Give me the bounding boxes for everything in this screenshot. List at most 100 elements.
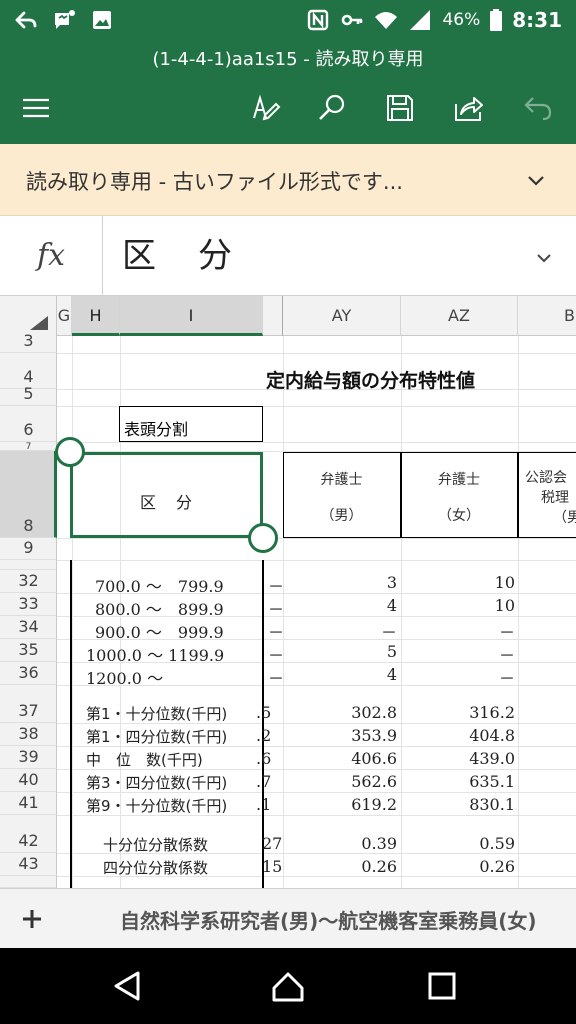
row-header-hidden bbox=[0, 560, 57, 570]
row-header-37[interactable]: 37 bbox=[0, 685, 57, 723]
read-only-banner[interactable]: 読み取り専用 - 古いファイル形式です... bbox=[0, 144, 576, 216]
nav-recents-icon[interactable] bbox=[424, 968, 460, 1004]
ay-value-cell: 302.8 bbox=[351, 703, 397, 722]
col-header-ay[interactable]: AY bbox=[283, 296, 401, 336]
az-header-cell[interactable]: 弁護士 （女） bbox=[401, 452, 518, 538]
col-header-b[interactable]: B bbox=[518, 296, 576, 336]
ay-header-cell[interactable]: 弁護士 （男） bbox=[283, 452, 401, 538]
row-header-36[interactable]: 36 bbox=[0, 662, 57, 685]
stat-label-cell: 中 位 数(千円) bbox=[86, 751, 203, 769]
wifi-icon bbox=[375, 12, 398, 29]
az-value-cell: 0.26 bbox=[479, 857, 515, 876]
row-header-7[interactable]: 7 bbox=[0, 442, 57, 452]
chevron-down-icon[interactable] bbox=[524, 168, 548, 192]
az-value-cell: 439.0 bbox=[469, 749, 515, 768]
add-sheet-button[interactable] bbox=[12, 899, 52, 939]
save-icon bbox=[387, 95, 413, 121]
nfc-icon bbox=[308, 9, 329, 31]
az-value-cell: 316.2 bbox=[469, 703, 515, 722]
signal-icon bbox=[410, 10, 431, 30]
image-icon bbox=[93, 11, 111, 29]
row-header-8[interactable]: 8 bbox=[0, 451, 57, 538]
selection-handle-bottom-right[interactable] bbox=[248, 523, 278, 553]
col-header-az[interactable]: AZ bbox=[401, 296, 518, 336]
app-toolbar: (1-4-4-1)aa1s15 - 読み取り専用 bbox=[0, 40, 576, 144]
table-title-cell[interactable]: 定内給与額の分布特性値 bbox=[266, 366, 475, 393]
range-label-cell: 800.0 ～ 899.9 bbox=[95, 600, 224, 619]
hyoto-text: 表頭分割 bbox=[124, 420, 189, 439]
ay-value-cell: 619.2 bbox=[351, 795, 397, 814]
b-header-cell[interactable]: 公認会 税理 （男 bbox=[518, 452, 576, 538]
ay-value-cell: 3 bbox=[386, 573, 397, 592]
az-value-cell: 10 bbox=[494, 596, 515, 615]
stat-label-cell: 十分位分散係数 bbox=[103, 836, 209, 854]
ay-value-cell: 4 bbox=[386, 596, 397, 615]
range-label-cell: 700.0 ～ 799.9 bbox=[95, 577, 224, 596]
menu-button[interactable] bbox=[16, 88, 56, 128]
row-header-34[interactable]: 34 bbox=[0, 616, 57, 639]
col-header-g[interactable]: G bbox=[57, 296, 72, 336]
h-value-cell: － bbox=[268, 646, 285, 665]
az-value-cell: 404.8 bbox=[469, 726, 515, 745]
stat-label-cell: 四分位分散係数 bbox=[103, 859, 209, 877]
sheet-tab-active[interactable]: 自然科学系研究者(男)～航空機客室乗務員(女) bbox=[120, 905, 537, 934]
h-value-cell: .1 bbox=[256, 795, 272, 814]
stat-label-cell: 第1・四分位数(千円) bbox=[86, 728, 228, 746]
undo-button[interactable] bbox=[518, 88, 558, 128]
range-label-cell: 1200.0 ～ bbox=[86, 669, 164, 688]
navigation-bar bbox=[0, 948, 576, 1024]
spreadsheet-grid[interactable]: G H I AY AZ B 3 4 5 6 7 8 9 32 33 34 35 … bbox=[0, 296, 576, 888]
b-header-line1: 公認会 bbox=[525, 470, 567, 486]
az-value-cell: 0.59 bbox=[479, 834, 515, 853]
formula-input[interactable]: 区 分 bbox=[122, 228, 236, 277]
row-header-5[interactable]: 5 bbox=[0, 384, 57, 406]
nav-back-icon[interactable] bbox=[110, 968, 146, 1004]
selection-handle-top-left[interactable] bbox=[55, 437, 85, 467]
col-header-i[interactable]: I bbox=[120, 296, 263, 336]
search-icon bbox=[319, 94, 345, 120]
row-header-6[interactable]: 6 bbox=[0, 406, 57, 442]
nav-home-icon[interactable] bbox=[270, 968, 306, 1004]
row-header-42[interactable]: 42 bbox=[0, 815, 57, 853]
row-header-39[interactable]: 39 bbox=[0, 746, 57, 769]
stat-label-cell: 第9・十分位数(千円) bbox=[86, 797, 228, 815]
col-header-h[interactable]: H bbox=[72, 296, 120, 336]
column-header-bar: G H I AY AZ B bbox=[0, 296, 576, 336]
select-all-corner[interactable] bbox=[0, 296, 57, 336]
expand-formula-chevron-icon[interactable] bbox=[532, 246, 556, 270]
share-button[interactable] bbox=[448, 88, 488, 128]
az-value-cell: 830.1 bbox=[469, 795, 515, 814]
key-icon bbox=[342, 14, 363, 26]
ay-value-cell: 353.9 bbox=[351, 726, 397, 745]
battery-percent: 46% bbox=[442, 10, 481, 30]
row-header-41[interactable]: 41 bbox=[0, 792, 57, 815]
fx-icon[interactable]: fx bbox=[0, 216, 103, 295]
formula-bar: fx 区 分 bbox=[0, 216, 576, 296]
messenger-icon bbox=[55, 10, 75, 29]
h-value-cell: .7 bbox=[256, 772, 272, 791]
draw-button[interactable] bbox=[245, 88, 285, 128]
row-header-38[interactable]: 38 bbox=[0, 723, 57, 746]
h-value-cell: 15 bbox=[262, 857, 283, 876]
az-value-cell: 635.1 bbox=[469, 772, 515, 791]
b-header-line3: （男 bbox=[553, 510, 576, 526]
back-arrow-icon bbox=[15, 11, 37, 29]
row-header-33[interactable]: 33 bbox=[0, 593, 57, 616]
hyoto-cell[interactable]: 表頭分割 bbox=[119, 406, 263, 442]
row-header-43[interactable]: 43 bbox=[0, 853, 57, 876]
selection-range[interactable] bbox=[70, 452, 263, 538]
row-header-3[interactable]: 3 bbox=[0, 331, 57, 353]
row-header-40[interactable]: 40 bbox=[0, 769, 57, 792]
status-bar: 46% 8:31 bbox=[0, 0, 576, 40]
row-header-35[interactable]: 35 bbox=[0, 639, 57, 662]
range-label-cell: 1000.0 ～ 1199.9 bbox=[86, 646, 225, 665]
save-button[interactable] bbox=[380, 88, 420, 128]
ay-header-line1: 弁護士 bbox=[320, 472, 363, 488]
row-header-32[interactable]: 32 bbox=[0, 570, 57, 593]
stat-label-cell: 第3・四分位数(千円) bbox=[86, 774, 228, 792]
search-button[interactable] bbox=[312, 88, 352, 128]
draw-icon bbox=[253, 94, 281, 121]
az-value-cell: － bbox=[498, 669, 515, 688]
row-header-9[interactable]: 9 bbox=[0, 538, 57, 560]
ay-value-cell: 562.6 bbox=[351, 772, 397, 791]
